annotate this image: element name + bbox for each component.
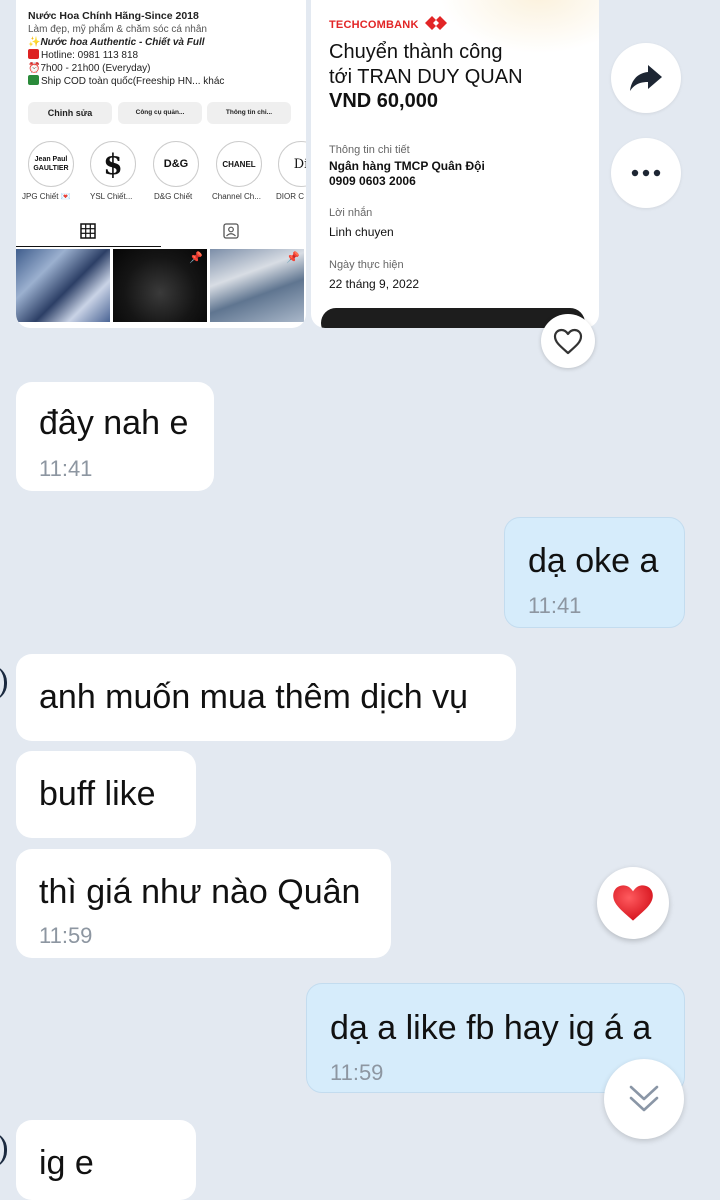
clock-icon: ⏰	[28, 63, 41, 74]
instagram-info-button: Thông tin chi...	[207, 102, 291, 124]
message-bubble-incoming[interactable]: đây nah e 11:41	[16, 382, 214, 491]
detail-label: Thông tin chi tiết	[329, 144, 410, 156]
highlight-dg: D&G	[153, 141, 199, 187]
share-arrow-icon	[630, 65, 662, 91]
message-text: thì giá như nào Quân	[39, 873, 361, 911]
instagram-tabs	[16, 218, 306, 246]
message-text: dạ oke a	[528, 542, 659, 580]
heart-outline-icon	[553, 328, 583, 354]
highlight-ysl: $	[90, 141, 136, 187]
more-options-button[interactable]	[611, 138, 681, 208]
message-time: 11:41	[39, 456, 93, 481]
shared-instagram-screenshot[interactable]: Nước Hoa Chính Hãng-Since 2018 Làm đẹp, …	[16, 0, 306, 328]
grid-icon	[80, 223, 96, 239]
heart-reaction[interactable]	[597, 867, 669, 939]
message-text: đây nah e	[39, 404, 189, 442]
hotline-icon	[28, 49, 39, 59]
instagram-bio-line: Làm đẹp, mỹ phẩm & chăm sóc cá nhân	[28, 24, 207, 35]
highlight-label: YSL Chiết...	[90, 192, 133, 201]
message-time: 11:59	[39, 923, 93, 948]
account-number: 0909 0603 2006	[329, 174, 416, 188]
post-thumbnail: 📌	[113, 249, 207, 322]
react-heart-button[interactable]	[541, 314, 595, 368]
highlight-chanel: CHANEL	[216, 141, 262, 187]
message-text: ig e	[39, 1144, 94, 1182]
instagram-bio-line: Hotline: 0981 113 818	[41, 50, 139, 61]
highlight-dior: Di	[278, 141, 306, 187]
pin-icon: 📌	[286, 252, 300, 264]
active-tab-indicator	[16, 246, 161, 247]
message-text: anh muốn mua thêm dịch vụ	[39, 678, 469, 716]
double-chevron-down-icon	[629, 1085, 659, 1112]
highlight-label: JPG Chiết 💌	[22, 192, 71, 201]
share-button[interactable]	[611, 43, 681, 113]
highlight-label: Channel Ch...	[212, 192, 261, 201]
more-dots-icon	[631, 169, 661, 177]
instagram-bio-line: Ship COD toàn quốc(Freeship HN... khác	[41, 76, 225, 87]
message-bubble-incoming[interactable]: anh muốn mua thêm dịch vụ	[16, 654, 516, 741]
message-bubble-incoming[interactable]: ig e	[16, 1120, 196, 1200]
message-bubble-outgoing[interactable]: dạ oke a 11:41	[504, 517, 685, 628]
highlight-jpg: Jean Paul GAULTIER	[28, 141, 74, 187]
transfer-success-title: Chuyển thành công tới TRAN DUY QUAN	[329, 41, 523, 88]
instagram-profile-name: Nước Hoa Chính Hãng-Since 2018	[28, 10, 199, 22]
techcombank-logo: TECHCOMBANK	[329, 16, 447, 31]
heart-filled-icon	[613, 885, 653, 921]
instagram-edit-button: Chỉnh sửa	[28, 102, 112, 124]
sender-avatar[interactable]	[0, 665, 7, 701]
message-time: 11:41	[528, 593, 582, 618]
instagram-bio-line: Nước hoa Authentic - Chiết và Full	[40, 37, 205, 48]
highlight-label: DIOR C	[276, 192, 304, 201]
truck-icon	[28, 75, 39, 85]
message-text: buff like	[39, 775, 156, 813]
instagram-tools-button: Công cụ quản...	[118, 102, 202, 124]
shared-bank-receipt-screenshot[interactable]: TECHCOMBANK Chuyển thành công tới TRAN D…	[311, 0, 599, 328]
message-bubble-incoming[interactable]: thì giá như nào Quân 11:59	[16, 849, 391, 958]
scroll-to-bottom-button[interactable]	[604, 1059, 684, 1139]
post-thumbnail	[16, 249, 110, 322]
message-text: dạ a like fb hay ig á a	[330, 1009, 652, 1047]
message-time: 11:59	[330, 1060, 384, 1085]
instagram-bio: Nước Hoa Chính Hãng-Since 2018 Làm đẹp, …	[28, 10, 225, 87]
date-value: 22 tháng 9, 2022	[329, 277, 420, 291]
note-value: Linh chuyen	[329, 225, 394, 239]
highlight-label: D&G Chiết	[154, 192, 193, 201]
tagged-icon	[223, 223, 239, 239]
bank-name: Ngân hàng TMCP Quân Đội	[329, 159, 485, 173]
date-label: Ngày thực hiện	[329, 259, 404, 271]
message-bubble-incoming[interactable]: buff like	[16, 751, 196, 838]
post-thumbnail: 📌	[210, 249, 304, 322]
instagram-bio-line: 7h00 - 21h00 (Everyday)	[40, 63, 151, 74]
note-label: Lời nhắn	[329, 207, 373, 219]
pin-icon: 📌	[189, 252, 203, 264]
transfer-amount: VND 60,000	[329, 90, 438, 112]
techcombank-logo-icon	[424, 16, 447, 30]
sender-avatar[interactable]	[0, 1132, 7, 1168]
